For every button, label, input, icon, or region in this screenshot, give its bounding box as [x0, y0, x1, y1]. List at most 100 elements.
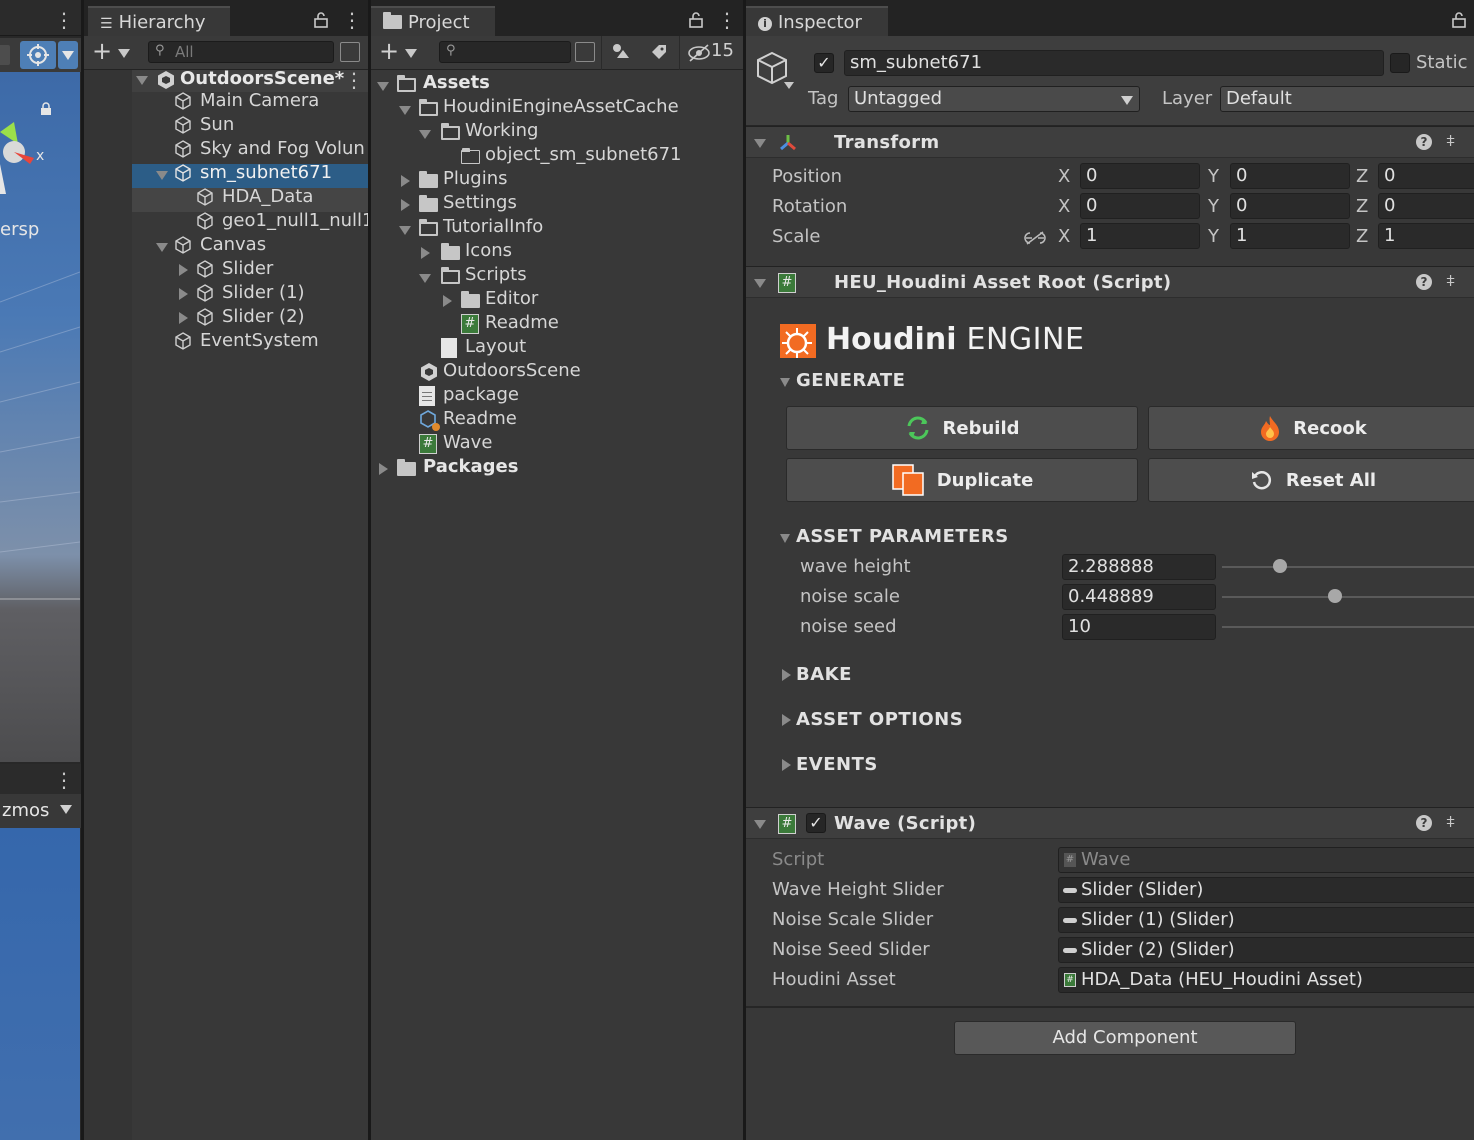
tag-dropdown[interactable]: Untagged [848, 86, 1140, 112]
position-y-field[interactable]: 0 [1230, 163, 1350, 189]
project-item-houdinienginecache[interactable]: HoudiniEngineAssetCache [419, 96, 679, 120]
tab-hierarchy[interactable]: ☰ Hierarchy [88, 6, 230, 36]
hierarchy-item-sun[interactable]: Sun [174, 114, 234, 137]
collapsed-arrow-icon[interactable] [379, 463, 388, 475]
expand-arrow-icon[interactable] [399, 106, 411, 115]
hierarchy-item-main-camera[interactable]: Main Camera [174, 90, 319, 113]
filter-by-type-icon[interactable] [611, 42, 631, 62]
lock-icon[interactable] [314, 12, 328, 28]
noise-scale-field[interactable]: 0.448889 [1062, 584, 1216, 610]
rebuild-button[interactable]: Rebuild [786, 406, 1138, 450]
hidden-packages-icon[interactable] [687, 44, 711, 62]
noise-seed-slider[interactable] [1222, 626, 1474, 628]
hierarchy-item-hda-data[interactable]: HDA_Data [196, 186, 313, 209]
active-checkbox[interactable]: ✓ [814, 53, 834, 73]
project-search-input[interactable]: ⚲ [439, 41, 571, 63]
perspective-label[interactable]: ersp [0, 219, 39, 240]
project-item-packages[interactable]: Packages [397, 456, 518, 480]
recook-button[interactable]: Recook [1148, 406, 1474, 450]
expand-arrow-icon[interactable] [377, 82, 389, 91]
wave-header[interactable]: # ✓ Wave (Script) ? ⧧ [746, 807, 1474, 839]
noise-scale-slider-knob[interactable] [1328, 589, 1343, 603]
rotation-y-field[interactable]: 0 [1230, 193, 1350, 219]
scale-x-field[interactable]: 1 [1080, 223, 1200, 249]
noise-scale-slider[interactable] [1222, 596, 1474, 598]
object-name-field[interactable]: sm_subnet671 [844, 50, 1384, 76]
scale-z-field[interactable]: 1 [1378, 223, 1474, 249]
hierarchy-item-eventsystem[interactable]: EventSystem [174, 330, 319, 353]
project-item-icons[interactable]: Icons [441, 240, 512, 264]
bake-section-label[interactable]: BAKE [796, 664, 852, 685]
search-filter-icon[interactable] [340, 42, 360, 62]
generate-section-label[interactable]: GENERATE [796, 370, 905, 391]
help-icon[interactable]: ? [1416, 815, 1432, 831]
wave-height-slider[interactable] [1222, 566, 1474, 568]
collapsed-arrow-icon[interactable] [782, 759, 791, 771]
expand-arrow-icon[interactable] [156, 171, 168, 180]
tab-inspector[interactable]: i Inspector [746, 6, 888, 36]
project-item-plugins[interactable]: Plugins [419, 168, 507, 192]
expand-arrow-icon[interactable] [156, 243, 168, 252]
hierarchy-item-sm-subnet671[interactable]: sm_subnet671 [174, 162, 332, 185]
label-icon[interactable] [649, 42, 669, 62]
chevron-down-icon[interactable] [405, 49, 417, 58]
hierarchy-item-slider-2[interactable]: Slider (2) [196, 306, 305, 329]
wave-enabled-checkbox[interactable]: ✓ [806, 813, 826, 833]
gizmo-dropdown-button[interactable] [58, 41, 78, 69]
more-options-icon[interactable] [717, 8, 737, 32]
collapsed-arrow-icon[interactable] [421, 247, 430, 259]
duplicate-button[interactable]: Duplicate [786, 458, 1138, 502]
wave-height-field[interactable]: 2.288888 [1062, 554, 1216, 580]
wave-height-slider-knob[interactable] [1272, 559, 1287, 573]
project-item-object-sm-subnet671[interactable]: object_sm_subnet671 [461, 144, 682, 168]
project-item-editor[interactable]: Editor [461, 288, 538, 312]
scene-menu-icon[interactable] [344, 68, 364, 92]
tab-project[interactable]: Project [371, 6, 495, 36]
hierarchy-item-slider-1[interactable]: Slider (1) [196, 282, 305, 305]
houdini-asset-field[interactable]: # HDA_Data (HEU_Houdini Asset) [1058, 967, 1474, 993]
asset-options-section-label[interactable]: ASSET OPTIONS [796, 709, 963, 730]
settings-sliders-icon[interactable]: ⧧ [1446, 811, 1455, 832]
collapsed-arrow-icon[interactable] [782, 669, 791, 681]
scale-y-field[interactable]: 1 [1230, 223, 1350, 249]
settings-sliders-icon[interactable]: ⧧ [1446, 270, 1455, 291]
reset-all-button[interactable]: Reset All [1148, 458, 1474, 502]
search-scope-icon[interactable] [575, 42, 595, 62]
project-item-tutorialinfo[interactable]: TutorialInfo [419, 216, 543, 240]
expand-arrow-icon[interactable] [780, 534, 790, 543]
tool-button[interactable] [0, 45, 10, 65]
help-icon[interactable]: ? [1416, 274, 1432, 290]
hierarchy-item-slider[interactable]: Slider [196, 258, 273, 281]
project-item-scripts[interactable]: Scripts [441, 264, 527, 288]
lock-icon[interactable] [1452, 12, 1466, 28]
lock-icon[interactable] [689, 12, 703, 28]
expand-arrow-icon[interactable] [754, 820, 766, 829]
hierarchy-search-input[interactable]: ⚲ All [148, 41, 334, 63]
scene-viewport[interactable]: x ersp [0, 72, 80, 762]
rotation-z-field[interactable]: 0 [1378, 193, 1474, 219]
expand-arrow-icon[interactable] [136, 76, 148, 85]
collapsed-arrow-icon[interactable] [782, 714, 791, 726]
transform-header[interactable]: Transform ? ⧧ [746, 126, 1474, 158]
expand-arrow-icon[interactable] [399, 226, 411, 235]
gameobject-icon[interactable] [754, 50, 790, 86]
rotation-x-field[interactable]: 0 [1080, 193, 1200, 219]
more-options-icon[interactable] [342, 8, 362, 32]
expand-arrow-icon[interactable] [419, 130, 431, 139]
add-icon[interactable]: + [92, 37, 112, 65]
events-section-label[interactable]: EVENTS [796, 754, 878, 775]
static-checkbox[interactable] [1390, 53, 1410, 73]
wave-height-slider-field[interactable]: Slider (Slider) [1058, 877, 1474, 903]
gizmos-label[interactable]: zmos [2, 800, 49, 821]
expand-arrow-icon[interactable] [754, 139, 766, 148]
collapsed-arrow-icon[interactable] [443, 295, 452, 307]
lock-icon[interactable] [40, 102, 52, 116]
chevron-down-icon[interactable] [60, 805, 72, 814]
expand-arrow-icon[interactable] [780, 378, 790, 387]
collapsed-arrow-icon[interactable] [401, 199, 410, 211]
noise-seed-field[interactable]: 10 [1062, 614, 1216, 640]
chevron-down-icon[interactable] [784, 82, 794, 89]
hierarchy-item-sky-and-fog[interactable]: Sky and Fog Volun [174, 138, 365, 161]
layer-dropdown[interactable]: Default [1220, 86, 1474, 112]
project-item-assets[interactable]: Assets [397, 72, 490, 96]
